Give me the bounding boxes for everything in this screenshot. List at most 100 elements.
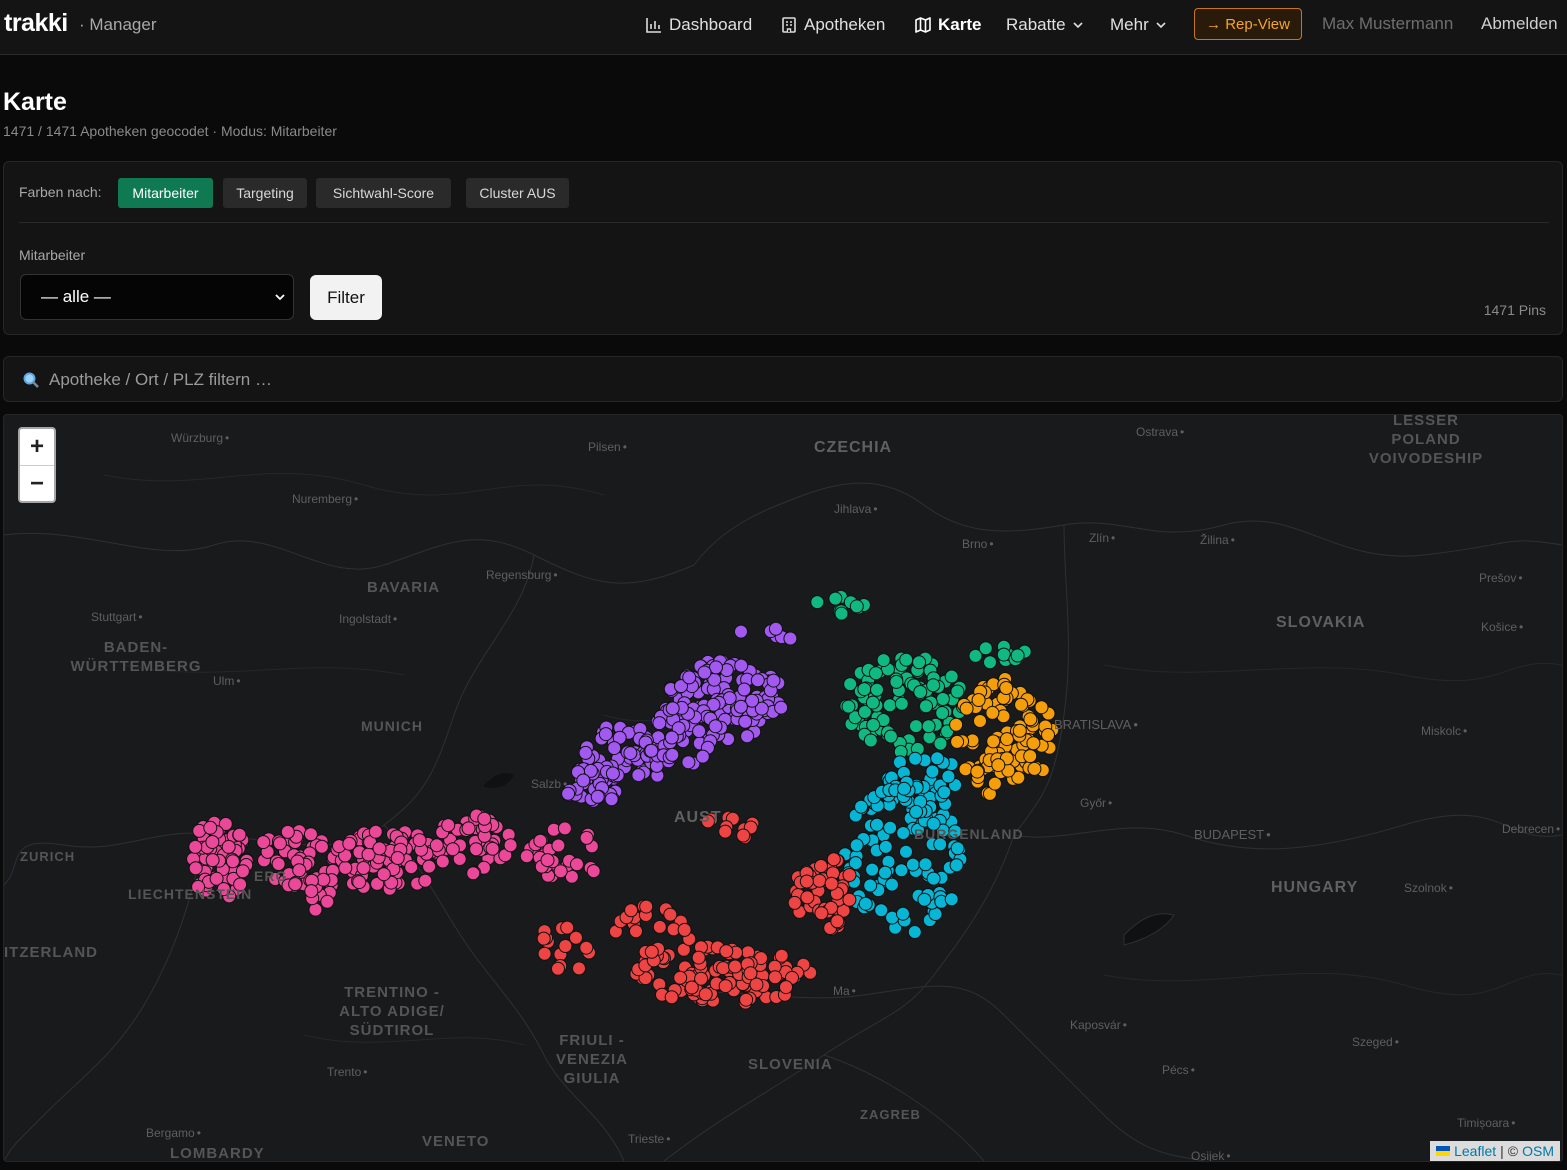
map-pin-pink[interactable] [342,836,357,851]
map-pin-green[interactable] [983,655,997,670]
map-pin-orange[interactable] [973,714,987,728]
map-pin-red[interactable] [639,899,654,914]
map-pin-pink[interactable] [372,841,387,856]
map-pin-green[interactable] [933,736,948,751]
map-pin-purple[interactable] [733,699,748,714]
mode-targeting-button[interactable]: Targeting [223,178,307,208]
map-pin-red[interactable] [664,990,679,1005]
map-pin-red[interactable] [624,903,639,918]
zoom-in-button[interactable]: + [20,429,54,466]
map-pin-purple[interactable] [576,773,591,788]
map-pin-purple[interactable] [766,673,781,688]
pharmacy-search-input[interactable] [47,357,1551,403]
map-pin-purple[interactable] [598,727,613,742]
map-pin-pink[interactable] [188,839,203,854]
map-pin-red[interactable] [728,959,743,974]
map-pin-pink[interactable] [540,853,555,868]
map-pin-pink[interactable] [280,824,295,839]
map-pin-green[interactable] [996,647,1011,662]
map-pin-pink[interactable] [205,835,220,849]
map-pin-pink[interactable] [412,833,427,848]
map-pin-cyan[interactable] [930,751,945,766]
map-pin-pink[interactable] [288,877,303,892]
map-pin-cyan[interactable] [941,769,956,784]
map-pin-orange[interactable] [970,764,985,779]
map-pin-red[interactable] [799,874,814,889]
map-pin-green[interactable] [865,695,880,710]
map-pin-purple[interactable] [652,716,667,731]
map-pin-pink[interactable] [221,839,236,854]
map-pin-orange[interactable] [1026,736,1041,751]
map-pin-purple[interactable] [664,730,679,745]
map-pin-green[interactable] [935,706,950,720]
map-pin-cyan[interactable] [885,877,899,892]
map-pin-green[interactable] [913,685,928,699]
map-pin-red[interactable] [698,987,713,1002]
map-pin-purple[interactable] [644,743,659,758]
map-pin-pink[interactable] [469,842,484,857]
map-pin-green[interactable] [1010,648,1025,663]
mode-cluster-button[interactable]: Cluster AUS [466,178,569,208]
map-pin-red[interactable] [569,930,583,945]
map-pin-purple[interactable] [695,749,710,764]
map-pin-purple[interactable] [734,658,749,673]
map-pin-red[interactable] [677,922,692,937]
map-pin-purple[interactable] [737,682,752,697]
map-pin-red[interactable] [787,895,802,910]
map-pin-purple[interactable] [682,670,697,685]
map-pin-pink[interactable] [188,861,203,876]
nav-rabatte[interactable]: Rabatte [1006,14,1084,36]
map-pin-red[interactable] [842,868,857,882]
map-pin-cyan[interactable] [899,844,913,859]
filter-button[interactable]: Filter [310,275,382,320]
map-pin-cyan[interactable] [907,925,922,939]
map-pin-orange[interactable] [986,734,1001,749]
map-pin-green[interactable] [876,653,891,668]
map-pin-pink[interactable] [553,864,568,879]
map-pin-pink[interactable] [422,859,437,874]
map-pin-green[interactable] [849,599,864,614]
map-pin-pink[interactable] [466,866,481,881]
nav-karte[interactable]: Karte [914,14,981,36]
map-pin-red[interactable] [779,980,793,995]
map-pin-green[interactable] [828,591,843,606]
map-pin-pink[interactable] [232,827,247,842]
map-pin-red[interactable] [716,961,731,976]
map-pin-purple[interactable] [740,729,755,744]
map-pin-red[interactable] [537,946,552,961]
map-pin-pink[interactable] [485,841,500,856]
map-pin-purple[interactable] [768,621,783,636]
map-pin-purple[interactable] [604,792,619,807]
map-pin-orange[interactable] [1027,761,1042,776]
map-pin-orange[interactable] [958,762,973,777]
map-pin-cyan[interactable] [878,839,893,854]
map-pin-orange[interactable] [1041,728,1055,742]
map-pin-cyan[interactable] [896,826,911,840]
map-pin-orange[interactable] [991,758,1006,773]
map-pin-pink[interactable] [292,863,307,878]
map-pin-orange[interactable] [1023,712,1038,727]
map-pin-purple[interactable] [605,766,620,781]
map-pin-cyan[interactable] [926,871,941,886]
map-pin-purple[interactable] [783,631,798,646]
map-pin-orange[interactable] [971,693,986,707]
map-pin-pink[interactable] [551,838,566,853]
map-pin-pink[interactable] [205,853,220,868]
map-pin-cyan[interactable] [937,785,952,800]
map-pin-orange[interactable] [985,705,1000,720]
map-pin-green[interactable] [926,678,941,693]
map-pin-pink[interactable] [404,860,419,875]
map-pin-green[interactable] [935,692,950,706]
map-pin-red[interactable] [644,944,659,959]
map-pin-red[interactable] [814,906,829,921]
map-pin-red[interactable] [652,919,667,934]
map-pin-red[interactable] [718,979,733,994]
map-pin-orange[interactable] [1014,697,1029,712]
map-pin-cyan[interactable] [897,781,912,796]
map-pin-red[interactable] [774,948,789,963]
map-pin-purple[interactable] [665,747,680,762]
map-pin-pink[interactable] [570,857,584,872]
brand-logo[interactable]: trakki [4,9,68,38]
map-pin-orange[interactable] [999,681,1014,695]
map-pin-red[interactable] [718,824,733,839]
